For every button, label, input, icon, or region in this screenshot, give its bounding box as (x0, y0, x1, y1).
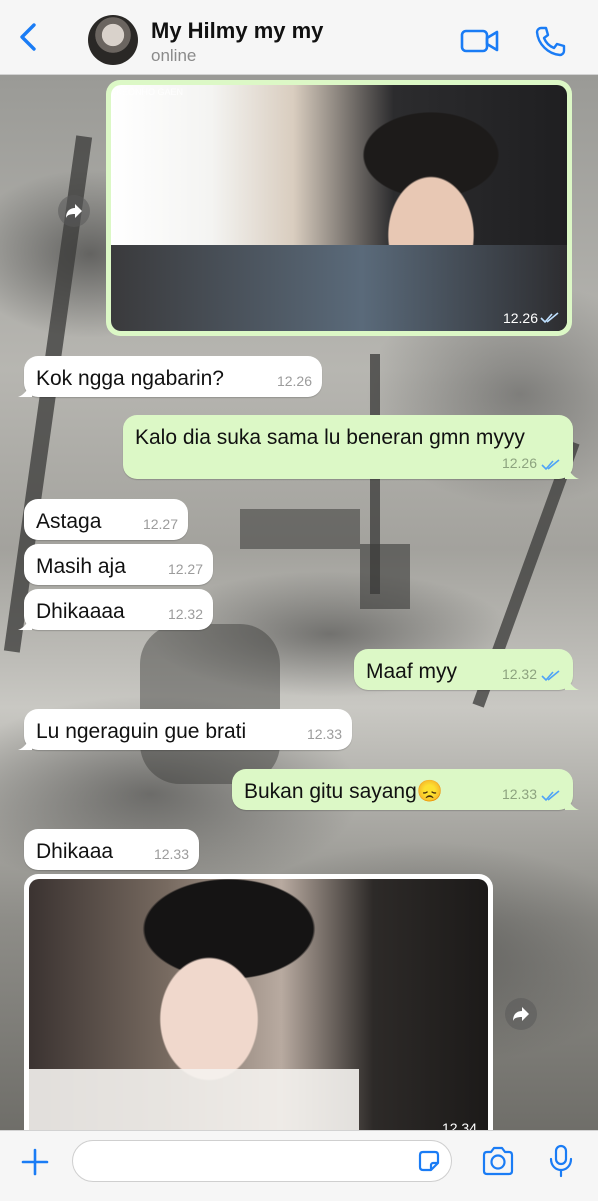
outgoing-message[interactable]: Bukan gitu sayang😞 12.33 (232, 769, 579, 810)
bubble-tail (18, 736, 32, 750)
message-time: 12.33 (501, 786, 537, 802)
message-time: 12.33 (306, 726, 342, 742)
wallpaper-figures (140, 624, 280, 784)
contact-status: online (151, 46, 197, 65)
incoming-photo-message[interactable]: 12.34 (24, 874, 493, 1136)
incoming-message[interactable]: Masih aja 12.27 (24, 544, 213, 585)
message-time: 12.26 (276, 373, 312, 389)
outgoing-message[interactable]: Maaf myy 12.32 (354, 649, 579, 690)
bubble-tail (565, 796, 579, 810)
contact-name[interactable]: My Hilmy my my (151, 18, 323, 44)
back-chevron-icon[interactable] (14, 22, 44, 52)
wallpaper-bench (240, 509, 360, 549)
message-time: 12.26 (502, 310, 538, 326)
message-text: Dhikaaa (36, 840, 114, 863)
wallpaper-bin (360, 544, 410, 609)
message-text: Kok ngga ngabarin? (36, 367, 224, 390)
message-text: Bukan gitu sayang😞 (244, 780, 443, 803)
message-text: Maaf myy (366, 660, 458, 683)
message-input[interactable] (72, 1140, 452, 1182)
read-ticks-icon (541, 670, 560, 682)
forward-button[interactable] (58, 195, 90, 227)
message-text: Lu ngeraguin gue brati (36, 720, 247, 743)
avatar[interactable] (88, 15, 138, 65)
incoming-message[interactable]: Astaga 12.27 (24, 499, 188, 540)
forward-arrow-icon (66, 204, 82, 218)
forward-arrow-icon (513, 1007, 529, 1021)
video-call-icon[interactable] (460, 24, 500, 58)
incoming-message[interactable]: Kok ngga ngabarin? 12.26 (18, 356, 322, 397)
photo-top (29, 1069, 359, 1130)
phone-icon[interactable] (530, 24, 570, 58)
read-ticks-icon (540, 312, 559, 324)
outgoing-message[interactable]: Kalo dia suka sama lu beneran gmn myyy 1… (123, 415, 579, 479)
incoming-message[interactable]: Dhikaaa 12.33 (24, 829, 199, 870)
bubble-tail (565, 465, 579, 479)
message-input-bar (0, 1130, 598, 1201)
message-time: 12.27 (167, 561, 203, 577)
message-text: Astaga (36, 510, 102, 533)
message-time: 12.33 (153, 846, 189, 862)
bubble-tail (18, 616, 32, 630)
bubble-tail (18, 383, 32, 397)
bubble-tail (565, 676, 579, 690)
forward-button[interactable] (505, 998, 537, 1030)
selfie-photo[interactable]: KEONHO GAEN (111, 85, 567, 331)
message-time: 12.27 (142, 516, 178, 532)
message-text: Kalo dia suka sama lu beneran gmn myyy (135, 426, 525, 449)
plus-icon[interactable] (20, 1147, 50, 1177)
message-text: Masih aja (36, 555, 126, 578)
selfie-photo[interactable] (29, 879, 488, 1130)
message-time: 12.26 (501, 455, 537, 471)
camera-icon[interactable] (481, 1145, 515, 1177)
incoming-message[interactable]: Lu ngeraguin gue brati 12.33 (18, 709, 352, 750)
outgoing-photo-message[interactable]: KEONHO GAEN 12.26 (106, 80, 572, 336)
message-time: 12.32 (167, 606, 203, 622)
microphone-icon[interactable] (548, 1144, 574, 1178)
photo-shirt (111, 245, 567, 331)
sticker-icon[interactable] (416, 1148, 442, 1174)
chat-header: My Hilmy my my online (0, 0, 598, 75)
read-ticks-icon (541, 459, 560, 471)
message-text: Dhikaaaa (36, 600, 125, 623)
read-ticks-icon (541, 790, 560, 802)
incoming-message[interactable]: Dhikaaaa 12.32 (18, 589, 213, 630)
message-time: 12.32 (501, 666, 537, 682)
photo-watermark: KEONHO GAEN (116, 87, 184, 97)
